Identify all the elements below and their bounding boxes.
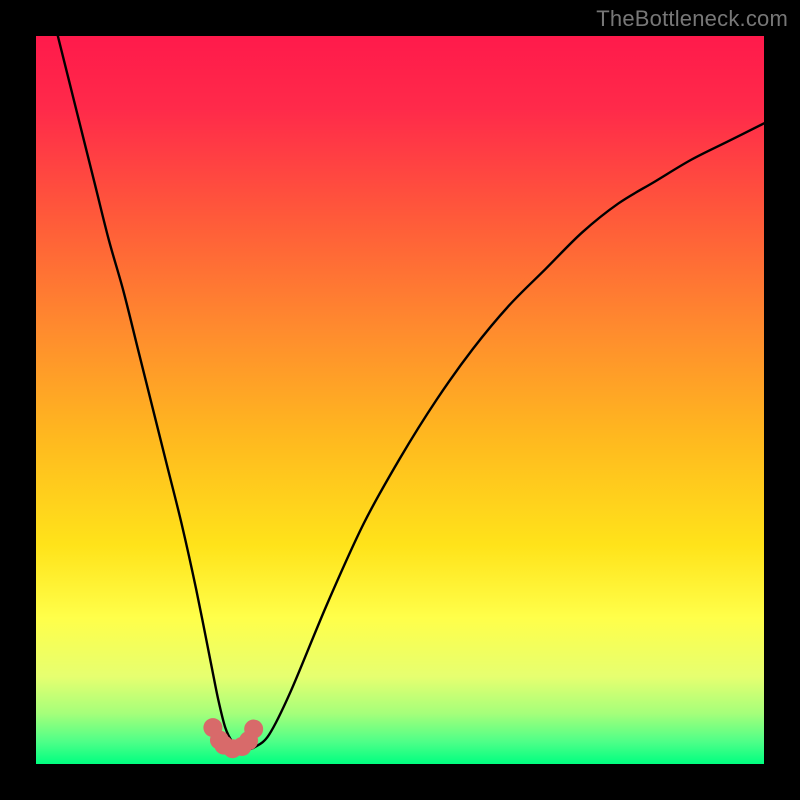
chart-frame: TheBottleneck.com bbox=[0, 0, 800, 800]
bottleneck-curve bbox=[58, 36, 764, 749]
chart-svg bbox=[36, 36, 764, 764]
plot-area bbox=[36, 36, 764, 764]
minimum-markers bbox=[203, 718, 263, 758]
minimum-marker bbox=[244, 720, 263, 739]
watermark-text: TheBottleneck.com bbox=[596, 6, 788, 32]
